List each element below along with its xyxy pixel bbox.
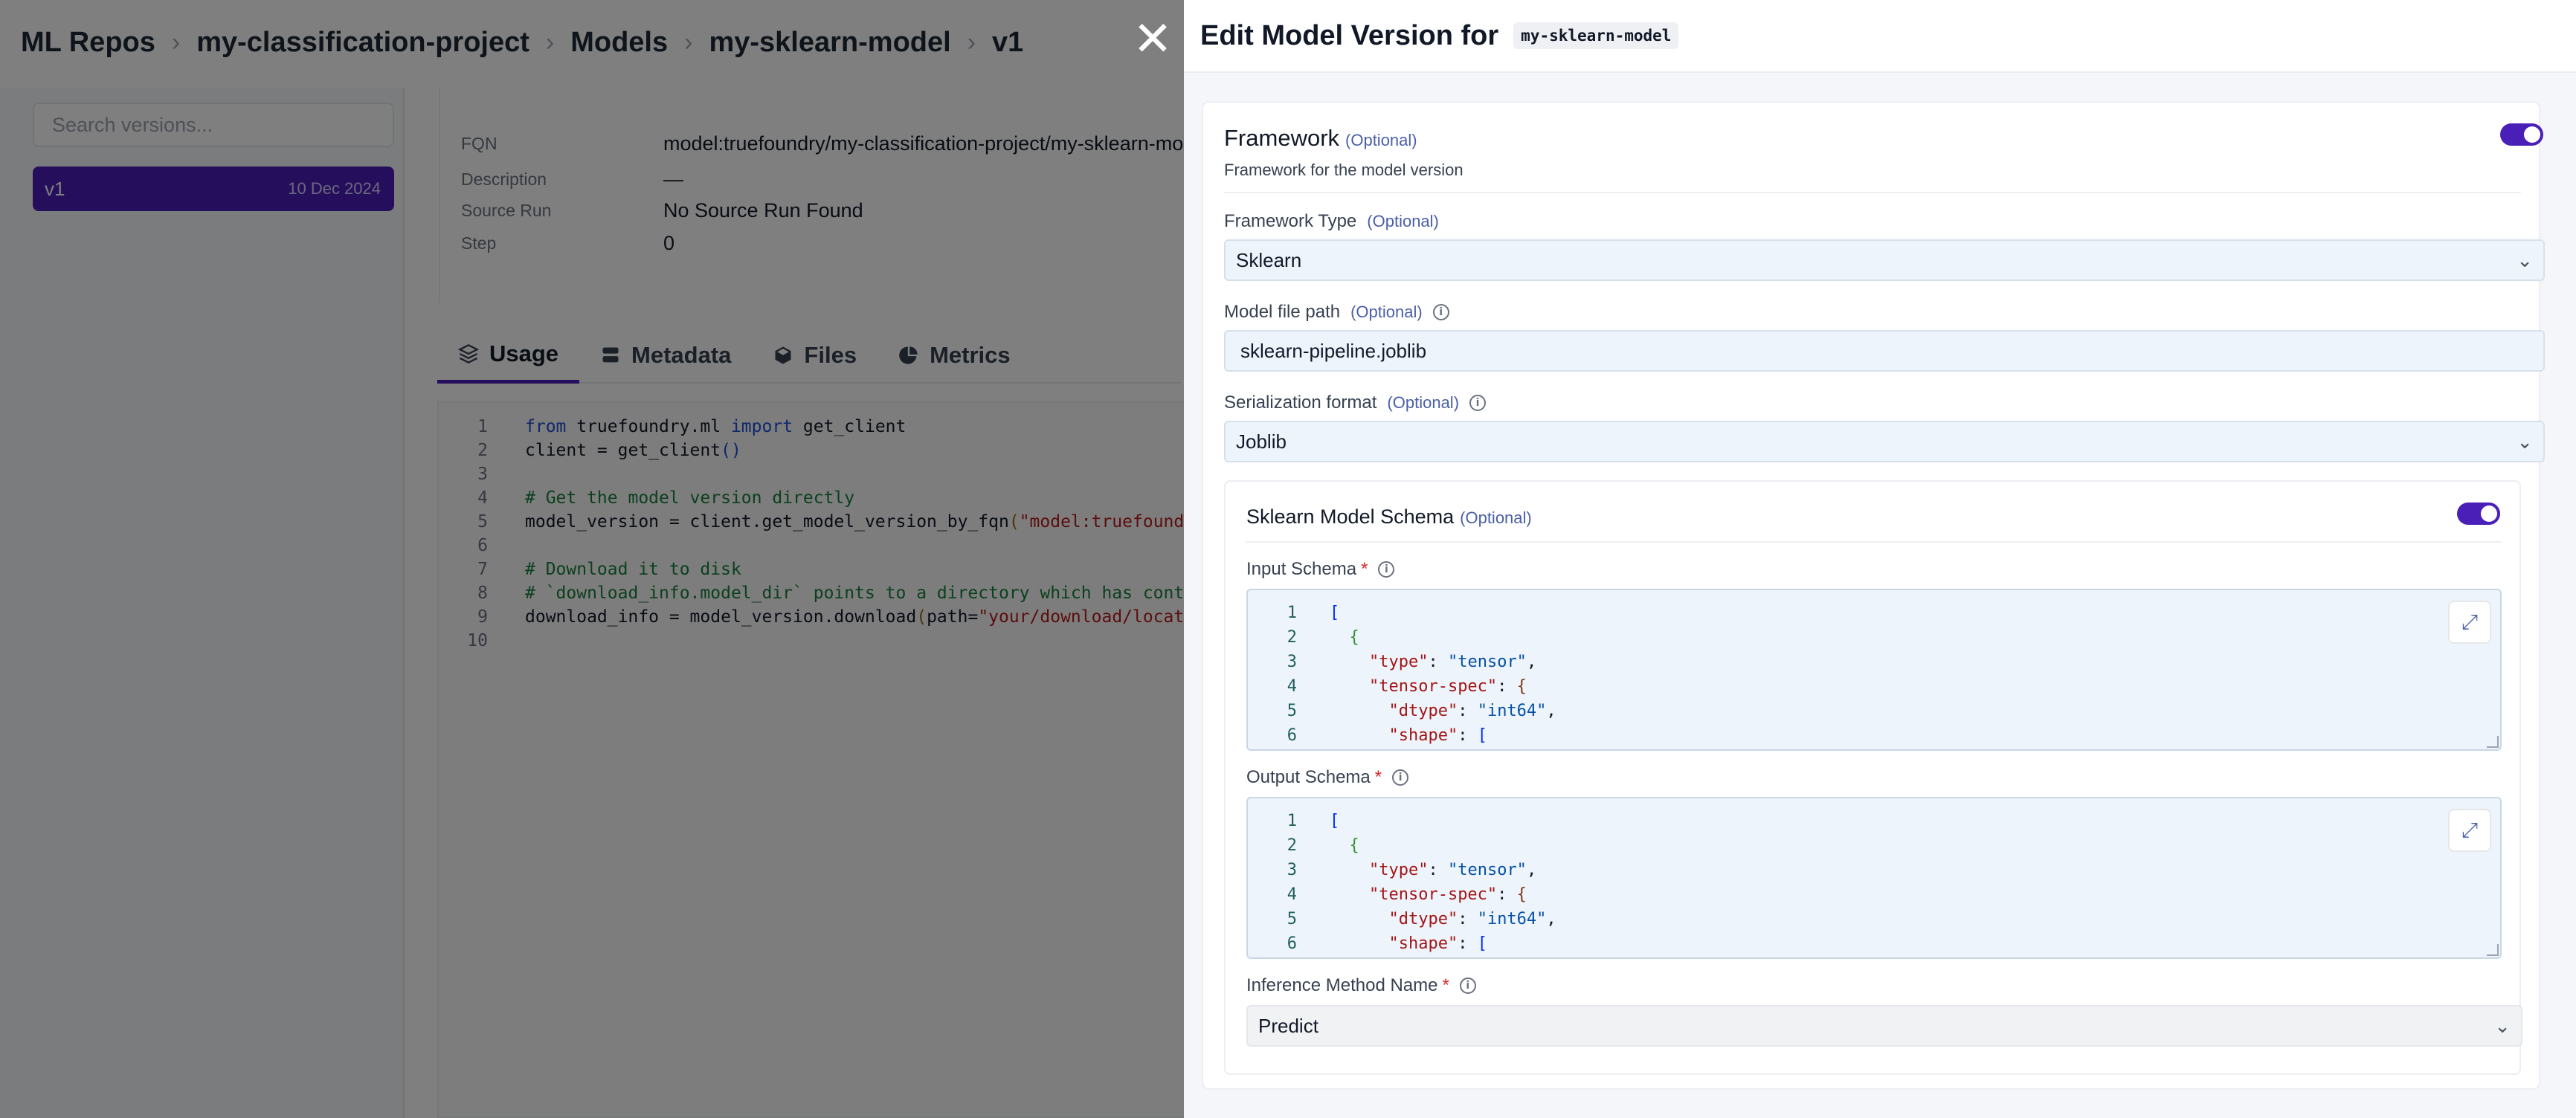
schema-toggle[interactable] bbox=[2457, 503, 2500, 525]
serialization-format-select[interactable]: Joblib ⌄ bbox=[1224, 421, 2545, 462]
model-file-path-label: Model file path (Optional) i bbox=[1224, 302, 1449, 323]
output-schema-label: Output Schema * i bbox=[1246, 767, 1409, 788]
framework-type-label: Framework Type (Optional) bbox=[1224, 211, 1439, 231]
inference-method-label: Inference Method Name * i bbox=[1246, 975, 1476, 996]
chevron-down-icon: ⌄ bbox=[2517, 430, 2533, 453]
close-icon[interactable]: ✕ bbox=[1130, 15, 1175, 62]
resize-handle[interactable] bbox=[2487, 944, 2499, 956]
output-schema-editor[interactable]: 1[ 2 { 3 "type": "tensor", 4 "tensor-spe… bbox=[1246, 797, 2502, 959]
serialization-format-label: Serialization format (Optional) i bbox=[1224, 392, 1487, 413]
select-value: Sklearn bbox=[1236, 248, 1302, 271]
sklearn-model-schema-card: Sklearn Model Schema (Optional) Input Sch… bbox=[1224, 480, 2522, 1075]
framework-title: Framework (Optional) bbox=[1224, 125, 1417, 151]
edit-model-version-drawer: Edit Model Version for my-sklearn-model … bbox=[1184, 0, 2576, 1118]
expand-icon[interactable]: ⤢ bbox=[2448, 809, 2491, 852]
info-icon[interactable]: i bbox=[1378, 561, 1395, 578]
drawer-title: Edit Model Version for bbox=[1200, 19, 1499, 51]
resize-handle[interactable] bbox=[2487, 736, 2499, 748]
expand-icon[interactable]: ⤢ bbox=[2448, 601, 2491, 644]
model-name-chip: my-sklearn-model bbox=[1513, 22, 1679, 49]
chevron-down-icon: ⌄ bbox=[2494, 1014, 2511, 1037]
info-icon[interactable]: i bbox=[1392, 769, 1409, 786]
modal-backdrop[interactable]: ✕ bbox=[0, 0, 1184, 1118]
input-schema-label: Input Schema * i bbox=[1246, 559, 1395, 580]
select-value: Joblib bbox=[1236, 430, 1287, 453]
info-icon[interactable]: i bbox=[1459, 978, 1476, 994]
model-file-path-input[interactable]: sklearn-pipeline.joblib bbox=[1224, 330, 2545, 372]
framework-toggle[interactable] bbox=[2500, 123, 2543, 146]
framework-type-select[interactable]: Sklearn ⌄ bbox=[1224, 239, 2545, 281]
schema-title: Sklearn Model Schema (Optional) bbox=[1246, 505, 1532, 528]
select-value: Predict bbox=[1258, 1014, 1318, 1037]
chevron-down-icon: ⌄ bbox=[2517, 248, 2533, 271]
info-icon[interactable]: i bbox=[1469, 395, 1487, 411]
drawer-header: Edit Model Version for my-sklearn-model bbox=[1184, 0, 2576, 73]
framework-card: Framework (Optional) Framework for the mo… bbox=[1202, 101, 2545, 1090]
info-icon[interactable]: i bbox=[1432, 304, 1449, 320]
inference-method-select[interactable]: Predict ⌄ bbox=[1246, 1005, 2522, 1047]
divider bbox=[1246, 541, 2502, 543]
input-schema-editor[interactable]: 1[ 2 { 3 "type": "tensor", 4 "tensor-spe… bbox=[1246, 589, 2502, 751]
framework-description: Framework for the model version bbox=[1224, 161, 1464, 179]
divider bbox=[1224, 192, 2521, 193]
